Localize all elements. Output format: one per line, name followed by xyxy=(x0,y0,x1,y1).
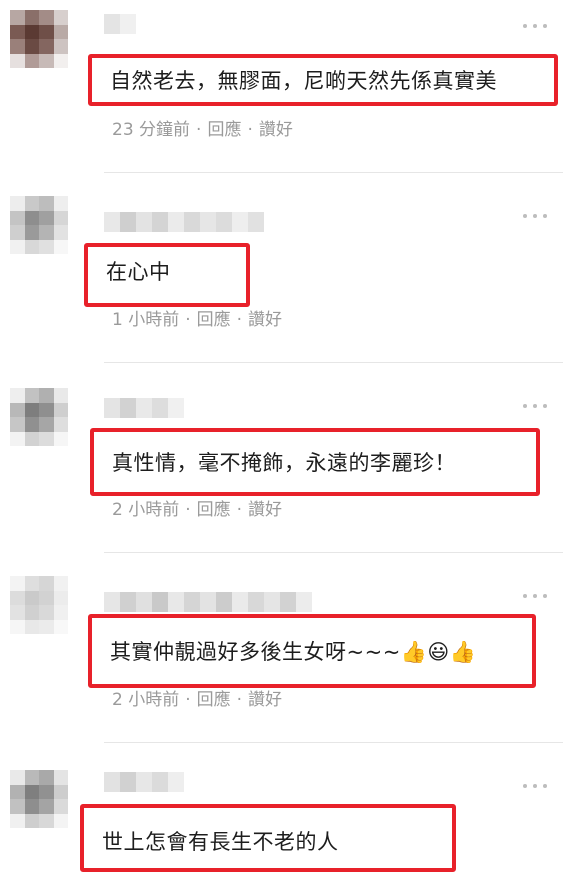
avatar[interactable] xyxy=(10,10,68,68)
separator: . xyxy=(185,685,191,705)
separator: . xyxy=(196,115,202,135)
username[interactable] xyxy=(104,772,184,792)
reply-button[interactable]: 回應 xyxy=(197,495,231,520)
username[interactable] xyxy=(104,212,264,232)
comment-bubble: 其實仲靚過好多後生女呀~~~👍😃👍 xyxy=(88,614,536,688)
separator: . xyxy=(236,685,243,705)
avatar[interactable] xyxy=(10,196,68,254)
comment-meta: 2 小時前 . 回應 . 讚好 xyxy=(112,685,282,710)
comment-text: 自然老去，無膠面，尼啲天然先係真實美 xyxy=(110,69,497,93)
comment-text: 其實仲靚過好多後生女呀~~~👍😃👍 xyxy=(110,640,477,664)
avatar[interactable] xyxy=(10,770,68,828)
reply-button[interactable]: 回應 xyxy=(207,115,241,140)
comment-text: 在心中 xyxy=(106,260,171,284)
like-button[interactable]: 讚好 xyxy=(248,305,282,330)
separator: . xyxy=(247,115,253,135)
divider xyxy=(104,742,563,743)
reply-button[interactable]: 回應 xyxy=(197,305,231,330)
timestamp: 2 小時前 xyxy=(112,690,180,710)
separator: . xyxy=(236,305,243,325)
ellipsis-icon[interactable] xyxy=(523,400,547,412)
separator: . xyxy=(185,305,191,325)
ellipsis-icon[interactable] xyxy=(523,20,547,32)
timestamp: 2 小時前 xyxy=(112,500,180,520)
reply-button[interactable]: 回應 xyxy=(197,685,231,710)
comment-meta: 2 小時前 . 回應 . 讚好 xyxy=(112,495,282,520)
separator: . xyxy=(185,495,191,515)
avatar[interactable] xyxy=(10,388,68,446)
timestamp: 1 小時前 xyxy=(112,310,180,330)
divider xyxy=(104,172,563,173)
divider xyxy=(104,552,563,553)
ellipsis-icon[interactable] xyxy=(523,590,547,602)
comment-text: 世上怎會有長生不老的人 xyxy=(102,830,339,854)
username[interactable] xyxy=(104,398,184,418)
timestamp: 23 分鐘前 xyxy=(112,120,191,140)
like-button[interactable]: 讚好 xyxy=(248,685,282,710)
comment-bubble: 自然老去，無膠面，尼啲天然先係真實美 xyxy=(88,54,558,106)
username[interactable] xyxy=(104,14,136,34)
comment-meta: 1 小時前 . 回應 . 讚好 xyxy=(112,305,282,330)
divider xyxy=(104,362,563,363)
comment-text: 真性情，毫不掩飾，永遠的李麗珍！ xyxy=(112,451,456,475)
comment-bubble: 在心中 xyxy=(84,243,250,307)
ellipsis-icon[interactable] xyxy=(523,210,547,222)
comment-bubble: 世上怎會有長生不老的人 xyxy=(80,804,456,872)
comment-bubble: 真性情，毫不掩飾，永遠的李麗珍！ xyxy=(90,428,540,496)
separator: . xyxy=(236,495,243,515)
like-button[interactable]: 讚好 xyxy=(259,115,293,140)
like-button[interactable]: 讚好 xyxy=(248,495,282,520)
avatar[interactable] xyxy=(10,576,68,634)
ellipsis-icon[interactable] xyxy=(523,780,547,792)
comment-meta: 23 分鐘前 . 回應 . 讚好 xyxy=(112,115,293,140)
username[interactable] xyxy=(104,592,312,612)
